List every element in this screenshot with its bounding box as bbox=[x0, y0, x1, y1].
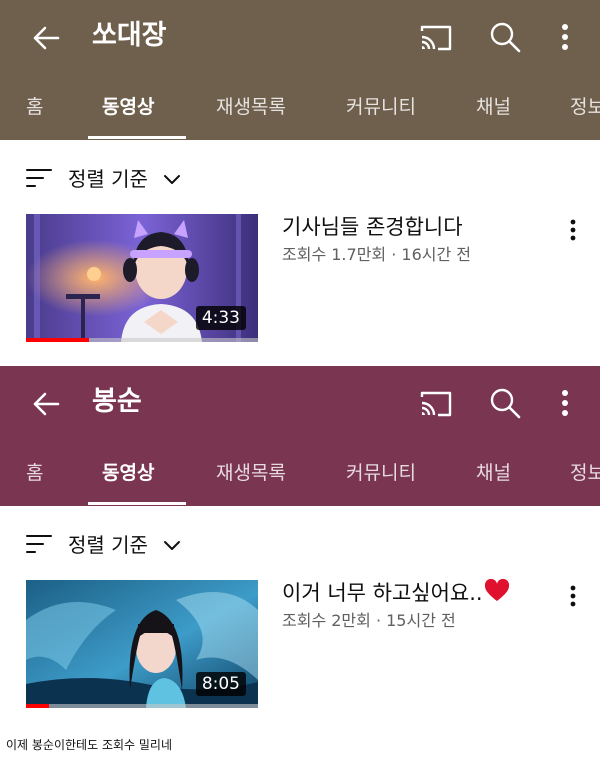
video-title[interactable]: 기사님들 존경합니다 bbox=[282, 212, 463, 242]
chevron-down-icon bbox=[164, 541, 180, 550]
tab-about[interactable]: 정보 bbox=[570, 458, 600, 488]
watch-progress-track bbox=[26, 704, 258, 708]
heart-icon bbox=[484, 579, 509, 601]
cast-icon[interactable] bbox=[418, 22, 454, 54]
watch-progress-track bbox=[26, 338, 258, 342]
app-bar: 봉순 홈 동영상 재생목록 커뮤니티 채널 정보 bbox=[0, 366, 600, 506]
video-meta: 조회수 1.7만회 · 16시간 전 bbox=[282, 245, 471, 264]
channel-name: 쏘대장 bbox=[92, 20, 167, 51]
channel-tabs: 홈 동영상 재생목록 커뮤니티 채널 정보 bbox=[0, 84, 600, 140]
video-title-text: 이거 너무 하고싶어요.. bbox=[282, 581, 483, 605]
search-icon[interactable] bbox=[488, 386, 522, 420]
channel-name: 봉순 bbox=[92, 386, 142, 417]
tab-about[interactable]: 정보 bbox=[570, 92, 600, 122]
video-meta: 조회수 2만회 · 15시간 전 bbox=[282, 611, 456, 630]
tab-home[interactable]: 홈 bbox=[26, 458, 43, 488]
tab-videos[interactable]: 동영상 bbox=[102, 458, 154, 488]
video-thumbnail[interactable]: 8:05 bbox=[26, 580, 258, 708]
sort-button[interactable]: 정렬 기준 bbox=[26, 529, 226, 561]
tab-playlists[interactable]: 재생목록 bbox=[216, 458, 286, 488]
video-duration: 4:33 bbox=[195, 306, 246, 330]
video-more-icon[interactable] bbox=[566, 216, 580, 244]
back-arrow-icon[interactable] bbox=[28, 386, 64, 422]
channel-screen-1: 쏘대장 홈 동영상 재생목록 커뮤니티 채널 정보 정렬 기준 4:33 기사님… bbox=[0, 0, 600, 345]
tab-community[interactable]: 커뮤니티 bbox=[346, 458, 416, 488]
tab-videos[interactable]: 동영상 bbox=[102, 92, 154, 122]
search-icon[interactable] bbox=[488, 20, 522, 54]
cast-icon[interactable] bbox=[418, 388, 454, 420]
more-vert-icon[interactable] bbox=[552, 20, 578, 54]
back-arrow-icon[interactable] bbox=[28, 20, 64, 56]
watch-progress-fill bbox=[26, 704, 50, 708]
video-thumbnail[interactable]: 4:33 bbox=[26, 214, 258, 342]
tab-channels[interactable]: 채널 bbox=[476, 458, 511, 488]
tab-community[interactable]: 커뮤니티 bbox=[346, 92, 416, 122]
active-tab-indicator bbox=[88, 502, 186, 505]
video-more-icon[interactable] bbox=[566, 582, 580, 610]
active-tab-indicator bbox=[88, 136, 186, 139]
sort-label: 정렬 기준 bbox=[68, 533, 148, 557]
top-bar: 쏘대장 bbox=[0, 0, 600, 76]
video-title[interactable]: 이거 너무 하고싶어요.. bbox=[282, 578, 510, 608]
more-vert-icon[interactable] bbox=[552, 386, 578, 420]
sort-label: 정렬 기준 bbox=[68, 167, 148, 191]
chevron-down-icon bbox=[164, 175, 180, 184]
watch-progress-fill bbox=[26, 338, 89, 342]
sort-button[interactable]: 정렬 기준 bbox=[26, 163, 226, 195]
sort-icon bbox=[26, 169, 52, 187]
channel-tabs: 홈 동영상 재생목록 커뮤니티 채널 정보 bbox=[0, 450, 600, 506]
app-bar: 쏘대장 홈 동영상 재생목록 커뮤니티 채널 정보 bbox=[0, 0, 600, 140]
top-bar: 봉순 bbox=[0, 366, 600, 442]
tab-channels[interactable]: 채널 bbox=[476, 92, 511, 122]
post-caption: 이제 봉순이한테도 조회수 밀리네 bbox=[6, 738, 173, 752]
channel-screen-2: 봉순 홈 동영상 재생목록 커뮤니티 채널 정보 정렬 기준 8:05 이거 너… bbox=[0, 366, 600, 711]
sort-icon bbox=[26, 535, 52, 553]
tab-home[interactable]: 홈 bbox=[26, 92, 43, 122]
video-duration: 8:05 bbox=[195, 672, 246, 696]
tab-playlists[interactable]: 재생목록 bbox=[216, 92, 286, 122]
